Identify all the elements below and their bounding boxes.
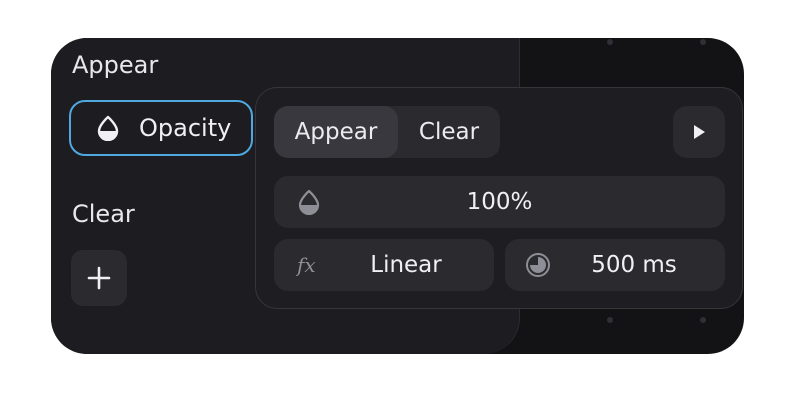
- easing-select[interactable]: fx Linear: [274, 239, 494, 291]
- duration-value: 500 ms: [591, 252, 677, 278]
- opacity-value-field[interactable]: 100%: [274, 176, 725, 228]
- phase-segmented-control: Appear Clear: [274, 106, 500, 158]
- plus-icon: [87, 266, 111, 290]
- preview-play-button[interactable]: [673, 106, 725, 158]
- timer-icon: [526, 253, 550, 277]
- grid-dot: [607, 39, 613, 45]
- play-icon: [694, 125, 705, 139]
- droplet-icon: [97, 115, 119, 141]
- svg-text:fx: fx: [296, 253, 316, 277]
- appear-section-title: Appear: [72, 51, 159, 79]
- opacity-value: 100%: [466, 189, 533, 215]
- grid-dot: [700, 39, 706, 45]
- clear-section-title: Clear: [72, 200, 135, 228]
- duration-field[interactable]: 500 ms: [505, 239, 725, 291]
- opacity-settings-popover: Appear Clear 100% fx Linear 500 ms: [255, 87, 743, 309]
- opacity-effect-label: Opacity: [139, 114, 232, 142]
- opacity-effect-button[interactable]: Opacity: [69, 100, 253, 156]
- easing-value: Linear: [370, 252, 442, 278]
- grid-dot: [607, 317, 613, 323]
- grid-dot: [700, 317, 706, 323]
- tab-clear[interactable]: Clear: [398, 106, 500, 158]
- fx-icon: fx: [296, 253, 316, 277]
- add-clear-effect-button[interactable]: [71, 250, 127, 306]
- tab-appear[interactable]: Appear: [274, 106, 398, 158]
